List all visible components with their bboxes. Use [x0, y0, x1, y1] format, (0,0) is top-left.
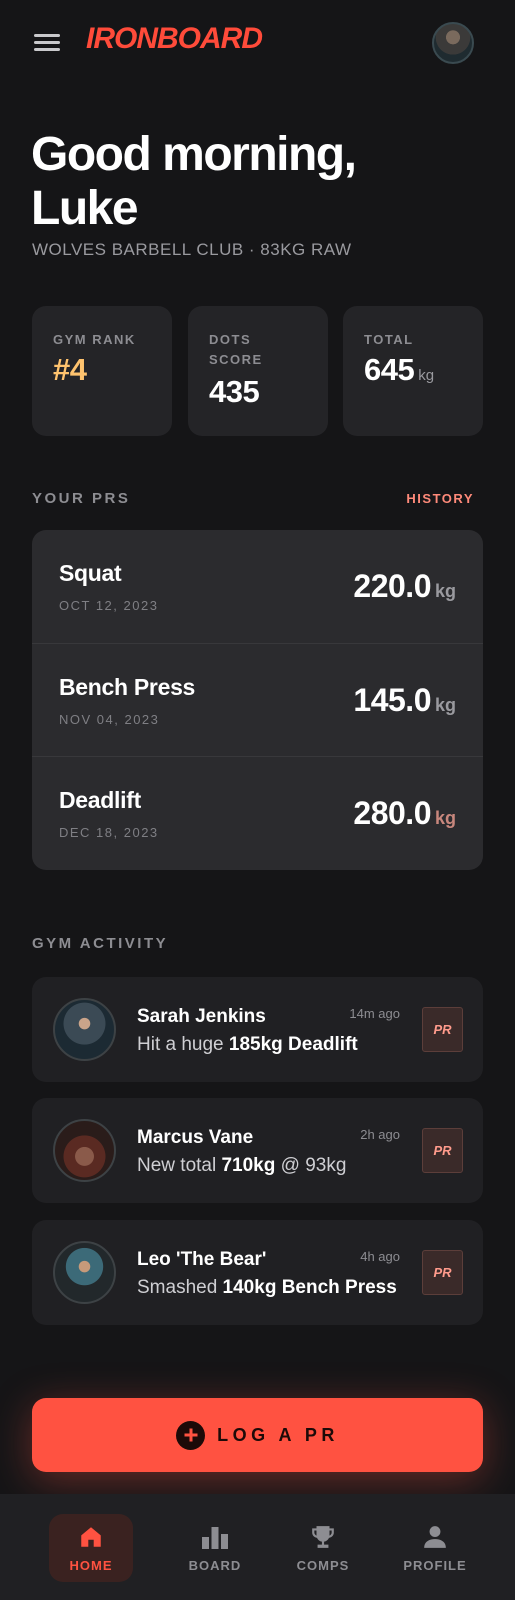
activity-user-name: Leo 'The Bear': [137, 1249, 267, 1270]
pr-value: 220.0 kg: [353, 568, 456, 605]
stat-card-gym-rank: GYM RANK #4: [32, 306, 172, 436]
stat-card-total: TOTAL 645 kg: [343, 306, 483, 436]
activity-time: 14m ago: [349, 1006, 400, 1021]
pr-date: OCT 12, 2023: [59, 598, 159, 613]
user-avatar[interactable]: [432, 22, 474, 64]
pr-badge: PR: [422, 1128, 463, 1173]
pr-unit: kg: [434, 581, 456, 601]
stat-card-dots-score: DOTS SCORE 435: [188, 306, 328, 436]
section-title-activity: GYM ACTIVITY: [32, 935, 169, 952]
greeting-line-2: Luke: [31, 182, 139, 235]
stat-number: 645: [364, 352, 415, 387]
app-logo: IRONBOARD: [86, 22, 263, 55]
stat-value: 645 kg: [364, 352, 434, 388]
pr-row-deadlift[interactable]: Deadlift DEC 18, 2023 280.0 kg: [32, 756, 483, 869]
nav-item-profile[interactable]: PROFILE: [393, 1514, 477, 1582]
trophy-icon: [312, 1526, 334, 1548]
activity-item[interactable]: Marcus Vane 2h ago New total 710kg @ 93k…: [32, 1098, 483, 1203]
activity-time: 2h ago: [360, 1127, 400, 1142]
pr-unit: kg: [434, 808, 456, 828]
person-icon: [424, 1526, 446, 1548]
pr-lift-name: Bench Press: [59, 674, 196, 700]
pr-unit: kg: [434, 695, 456, 715]
pr-number: 220.0: [353, 568, 431, 604]
activity-text: New total 710kg @ 93kg: [137, 1155, 347, 1176]
pr-badge: PR: [422, 1250, 463, 1295]
home-icon: [81, 1527, 101, 1547]
nav-item-comps[interactable]: COMPS: [281, 1514, 365, 1582]
section-title-prs: YOUR PRS: [32, 490, 131, 507]
activity-user-name: Marcus Vane: [137, 1127, 254, 1148]
pr-value: 145.0 kg: [353, 682, 456, 719]
activity-text: Smashed 140kg Bench Press: [137, 1277, 397, 1298]
stat-label: GYM RANK: [53, 332, 136, 347]
menu-icon[interactable]: [34, 32, 60, 52]
activity-text: Hit a huge 185kg Deadlift: [137, 1034, 358, 1055]
stat-label: DOTS SCORE: [209, 332, 263, 367]
pr-row-squat[interactable]: Squat OCT 12, 2023 220.0 kg: [32, 530, 483, 643]
activity-time: 4h ago: [360, 1249, 400, 1264]
pr-number: 145.0: [353, 682, 431, 718]
pr-lift-name: Squat: [59, 560, 122, 586]
activity-item[interactable]: Sarah Jenkins 14m ago Hit a huge 185kg D…: [32, 977, 483, 1082]
pr-row-bench-press[interactable]: Bench Press NOV 04, 2023 145.0 kg: [32, 643, 483, 756]
stat-unit: kg: [418, 367, 435, 384]
bar-chart-icon: [202, 1527, 228, 1549]
nav-item-board[interactable]: BOARD: [173, 1514, 257, 1582]
pr-date: NOV 04, 2023: [59, 712, 160, 727]
nav-item-home[interactable]: HOME: [49, 1514, 133, 1582]
plus-circle-icon: [176, 1420, 206, 1450]
nav-label: BOARD: [188, 1558, 242, 1573]
nav-label: PROFILE: [403, 1558, 467, 1573]
pr-date: DEC 18, 2023: [59, 825, 159, 840]
pr-number: 280.0: [353, 795, 431, 831]
stat-value: 435: [209, 374, 260, 409]
greeting-line-1: Good morning,: [31, 128, 357, 181]
activity-user-name: Sarah Jenkins: [137, 1006, 266, 1027]
pr-lift-name: Deadlift: [59, 787, 141, 813]
activity-avatar: [53, 998, 116, 1061]
log-pr-button[interactable]: LOG A PR: [32, 1398, 483, 1472]
bottom-nav: HOME BOARD COMPS PROFILE: [0, 1494, 515, 1600]
club-subtitle: WOLVES BARBELL CLUB · 83KG RAW: [32, 240, 352, 259]
pr-value: 280.0 kg: [353, 795, 456, 832]
activity-avatar: [53, 1119, 116, 1182]
nav-label: HOME: [69, 1558, 113, 1573]
activity-avatar: [53, 1241, 116, 1304]
stat-label: TOTAL: [364, 332, 414, 347]
nav-label: COMPS: [296, 1558, 350, 1573]
stat-value: #4: [53, 352, 87, 387]
history-link[interactable]: HISTORY: [406, 491, 474, 506]
activity-item[interactable]: Leo 'The Bear' 4h ago Smashed 140kg Benc…: [32, 1220, 483, 1325]
log-pr-label: LOG A PR: [217, 1424, 339, 1445]
greeting-title: Good morning, Luke: [31, 128, 451, 236]
pr-list: Squat OCT 12, 2023 220.0 kg Bench Press N…: [32, 530, 483, 870]
pr-badge: PR: [422, 1007, 463, 1052]
